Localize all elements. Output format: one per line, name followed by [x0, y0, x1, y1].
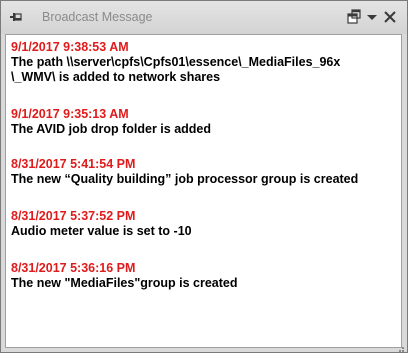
- window-options-icon[interactable]: [345, 8, 363, 26]
- window-title: Broadcast Message: [42, 10, 153, 24]
- title-bar[interactable]: Broadcast Message: [1, 1, 407, 34]
- message-text: \_WMV\ is added to network shares: [11, 70, 221, 84]
- pin-icon[interactable]: [9, 10, 23, 24]
- message-timestamp: 8/31/2017 5:41:54 PM: [11, 157, 136, 171]
- chevron-down-icon[interactable]: [363, 8, 381, 26]
- message-item: 9/1/2017 9:38:53 AM The path \\server\cp…: [11, 40, 340, 85]
- close-icon[interactable]: [381, 8, 399, 26]
- message-text: The new “Quality building” job processor…: [11, 172, 359, 186]
- message-item: 8/31/2017 5:41:54 PM The new “Quality bu…: [11, 157, 358, 187]
- message-item: 9/1/2017 9:35:13 AM The AVID job drop fo…: [11, 107, 211, 137]
- message-item: 8/31/2017 5:37:52 PM Audio meter value i…: [11, 209, 192, 239]
- message-text: The AVID job drop folder is added: [11, 122, 212, 136]
- message-timestamp: 8/31/2017 5:37:52 PM: [11, 209, 136, 223]
- message-text: The new "MediaFiles"group is created: [11, 276, 238, 290]
- message-text: Audio meter value is set to -10: [11, 224, 192, 238]
- message-list[interactable]: 9/1/2017 9:38:53 AM The path \\server\cp…: [5, 34, 402, 348]
- message-timestamp: 9/1/2017 9:38:53 AM: [11, 40, 129, 54]
- broadcast-message-window: Broadcast Message 9/1/2017 9:38:53 AM Th: [0, 0, 408, 353]
- message-text: The path \\server\cpfs\Cpfs01\essence\_M…: [11, 55, 341, 69]
- message-timestamp: 8/31/2017 5:36:16 PM: [11, 261, 136, 275]
- message-item: 8/31/2017 5:36:16 PM The new "MediaFiles…: [11, 261, 238, 291]
- message-timestamp: 9/1/2017 9:35:13 AM: [11, 107, 129, 121]
- resize-grip-icon[interactable]: [395, 340, 405, 352]
